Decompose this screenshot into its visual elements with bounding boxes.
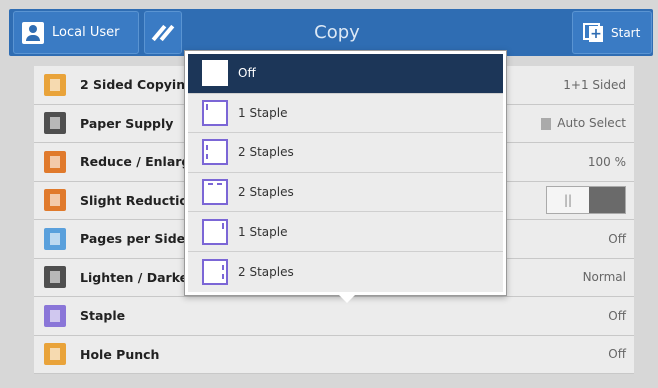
reduce-enlarge-icon	[44, 150, 66, 173]
start-icon	[583, 22, 603, 43]
staple-option-2-staples-top[interactable]: 2 Staples	[188, 172, 503, 213]
hole-punch-icon	[44, 343, 66, 366]
staples-right-edge-icon	[202, 258, 228, 285]
staple-top-right-icon	[202, 218, 228, 245]
toggle-off-side: ||	[563, 193, 573, 208]
pages-per-side-icon	[44, 227, 66, 250]
lighten-darken-icon	[44, 266, 66, 289]
staple-option-1-staple-top-right[interactable]: 1 Staple	[188, 212, 503, 252]
local-user-button[interactable]: Local User	[13, 11, 139, 54]
start-button[interactable]: Start	[572, 11, 652, 54]
option-label: 2 Staples	[238, 185, 294, 200]
setting-value-wrap: Auto Select	[541, 116, 626, 130]
local-user-label: Local User	[52, 25, 120, 40]
option-label: 1 Staple	[238, 105, 288, 120]
setting-row-hole-punch[interactable]: Hole Punch Off	[34, 335, 634, 374]
setting-label: Reduce / Enlarge	[80, 154, 199, 170]
tools-icon	[151, 22, 175, 44]
staple-option-off[interactable]: Off	[188, 54, 503, 94]
start-label: Start	[611, 25, 641, 40]
setting-value: Normal	[582, 270, 626, 285]
setting-value: Off	[608, 308, 626, 323]
staple-icon	[44, 304, 66, 327]
auto-select-icon	[541, 117, 552, 130]
setting-value: Auto Select	[557, 116, 626, 131]
page-title: Copy	[314, 22, 360, 43]
slight-reduction-icon	[44, 189, 66, 212]
setting-label: Staple	[80, 308, 126, 324]
staple-option-1-staple-top-left[interactable]: 1 Staple	[188, 93, 503, 134]
staples-left-edge-icon	[202, 139, 228, 166]
staple-option-2-staples-left[interactable]: 2 Staples	[188, 133, 503, 173]
staple-options-popup: Off 1 Staple 2 Staples 2 Staples 1 Stapl…	[184, 50, 507, 303]
staple-option-2-staples-right[interactable]: 2 Staples	[188, 251, 503, 292]
option-label: 2 Staples	[238, 264, 294, 279]
setting-value: Off	[608, 347, 626, 362]
paper-supply-icon	[44, 112, 66, 135]
setting-value: Off	[608, 231, 626, 246]
tools-button[interactable]	[144, 11, 182, 54]
slight-reduction-toggle[interactable]: ||	[546, 186, 626, 215]
two-sided-icon	[44, 73, 66, 96]
setting-value: 100 %	[587, 154, 626, 169]
setting-label: Hole Punch	[80, 346, 160, 362]
option-label: 1 Staple	[238, 224, 288, 239]
setting-label: 2 Sided Copying	[80, 77, 195, 93]
setting-row-staple[interactable]: Staple Off	[34, 297, 634, 336]
setting-label: Paper Supply	[80, 115, 174, 131]
user-icon	[22, 21, 44, 44]
option-label: Off	[238, 66, 256, 81]
setting-label: Slight Reduction	[80, 192, 197, 208]
setting-label: Pages per Side	[80, 231, 186, 247]
setting-value: 1+1 Sided	[563, 77, 626, 92]
option-label: 2 Staples	[238, 145, 294, 160]
staple-top-left-icon	[202, 99, 228, 126]
staples-top-edge-icon	[202, 179, 228, 206]
no-staple-icon	[202, 60, 228, 87]
toggle-knob	[589, 187, 625, 214]
setting-label: Lighten / Darken	[80, 269, 198, 285]
